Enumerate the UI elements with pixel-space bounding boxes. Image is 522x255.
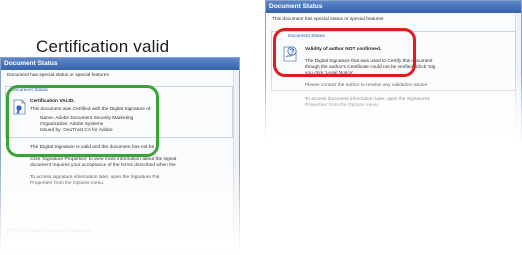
window-title: Document Status bbox=[1, 58, 239, 70]
window-title: Document Status bbox=[266, 1, 521, 13]
status-intro: Document has special status or special f… bbox=[7, 73, 109, 78]
do-not-show-label: Do not show Document Status again bbox=[15, 229, 93, 234]
certification-valid-highlight bbox=[6, 85, 159, 157]
scrollbar[interactable] bbox=[233, 70, 239, 254]
access-info-text-2: Properties' from the Options menu. bbox=[30, 181, 105, 186]
caption-certification-valid: Certification valid bbox=[36, 37, 170, 56]
signature-properties-text-2: document requires your acceptance of the… bbox=[30, 163, 176, 168]
validity-not-confirmed-highlight bbox=[273, 28, 416, 77]
do-not-show-checkbox[interactable] bbox=[7, 229, 14, 236]
access-info-text-2: Properties' from the Options menu. bbox=[305, 103, 380, 108]
status-intro: This document has special status or spec… bbox=[272, 17, 384, 22]
contact-author-text: Please contact the author to resolve any… bbox=[305, 83, 428, 88]
